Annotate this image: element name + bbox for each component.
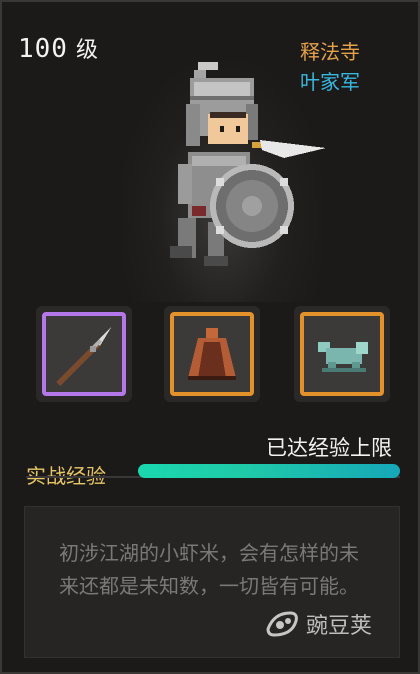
character-sprite[interactable] [134, 56, 334, 296]
jade-beast-icon [318, 342, 368, 372]
watermark: 豌豆荚 [264, 608, 372, 645]
equipment-frame-weapon [42, 312, 126, 396]
exp-bar [138, 464, 400, 478]
cloak-icon [188, 328, 236, 380]
level-value: 100 [18, 34, 68, 64]
exp-label: 实战经验 [26, 464, 106, 488]
equipment-slot-weapon[interactable] [36, 306, 132, 402]
watermark-text: 豌豆荚 [306, 614, 373, 639]
equipment-frame-accessory [300, 312, 384, 396]
spear-icon [56, 326, 112, 386]
level-unit: 级 [75, 38, 99, 63]
level-display: 100 级 [18, 32, 99, 64]
equipment-frame-armor [170, 312, 254, 396]
equipment-slot-armor[interactable] [164, 306, 260, 402]
equipment-slot-accessory[interactable] [294, 306, 390, 402]
pea-logo-icon [264, 609, 300, 645]
description-text: 初涉江湖的小虾米，会有怎样的未来还都是未知数，一切皆有可能。 [59, 541, 359, 598]
exp-status-text: 已达经验上限 [266, 436, 392, 460]
character-panel: 100 级 释法寺 叶家军 已达经验上限 实战经验 初涉江湖的小虾米，会有怎样的… [0, 0, 420, 674]
